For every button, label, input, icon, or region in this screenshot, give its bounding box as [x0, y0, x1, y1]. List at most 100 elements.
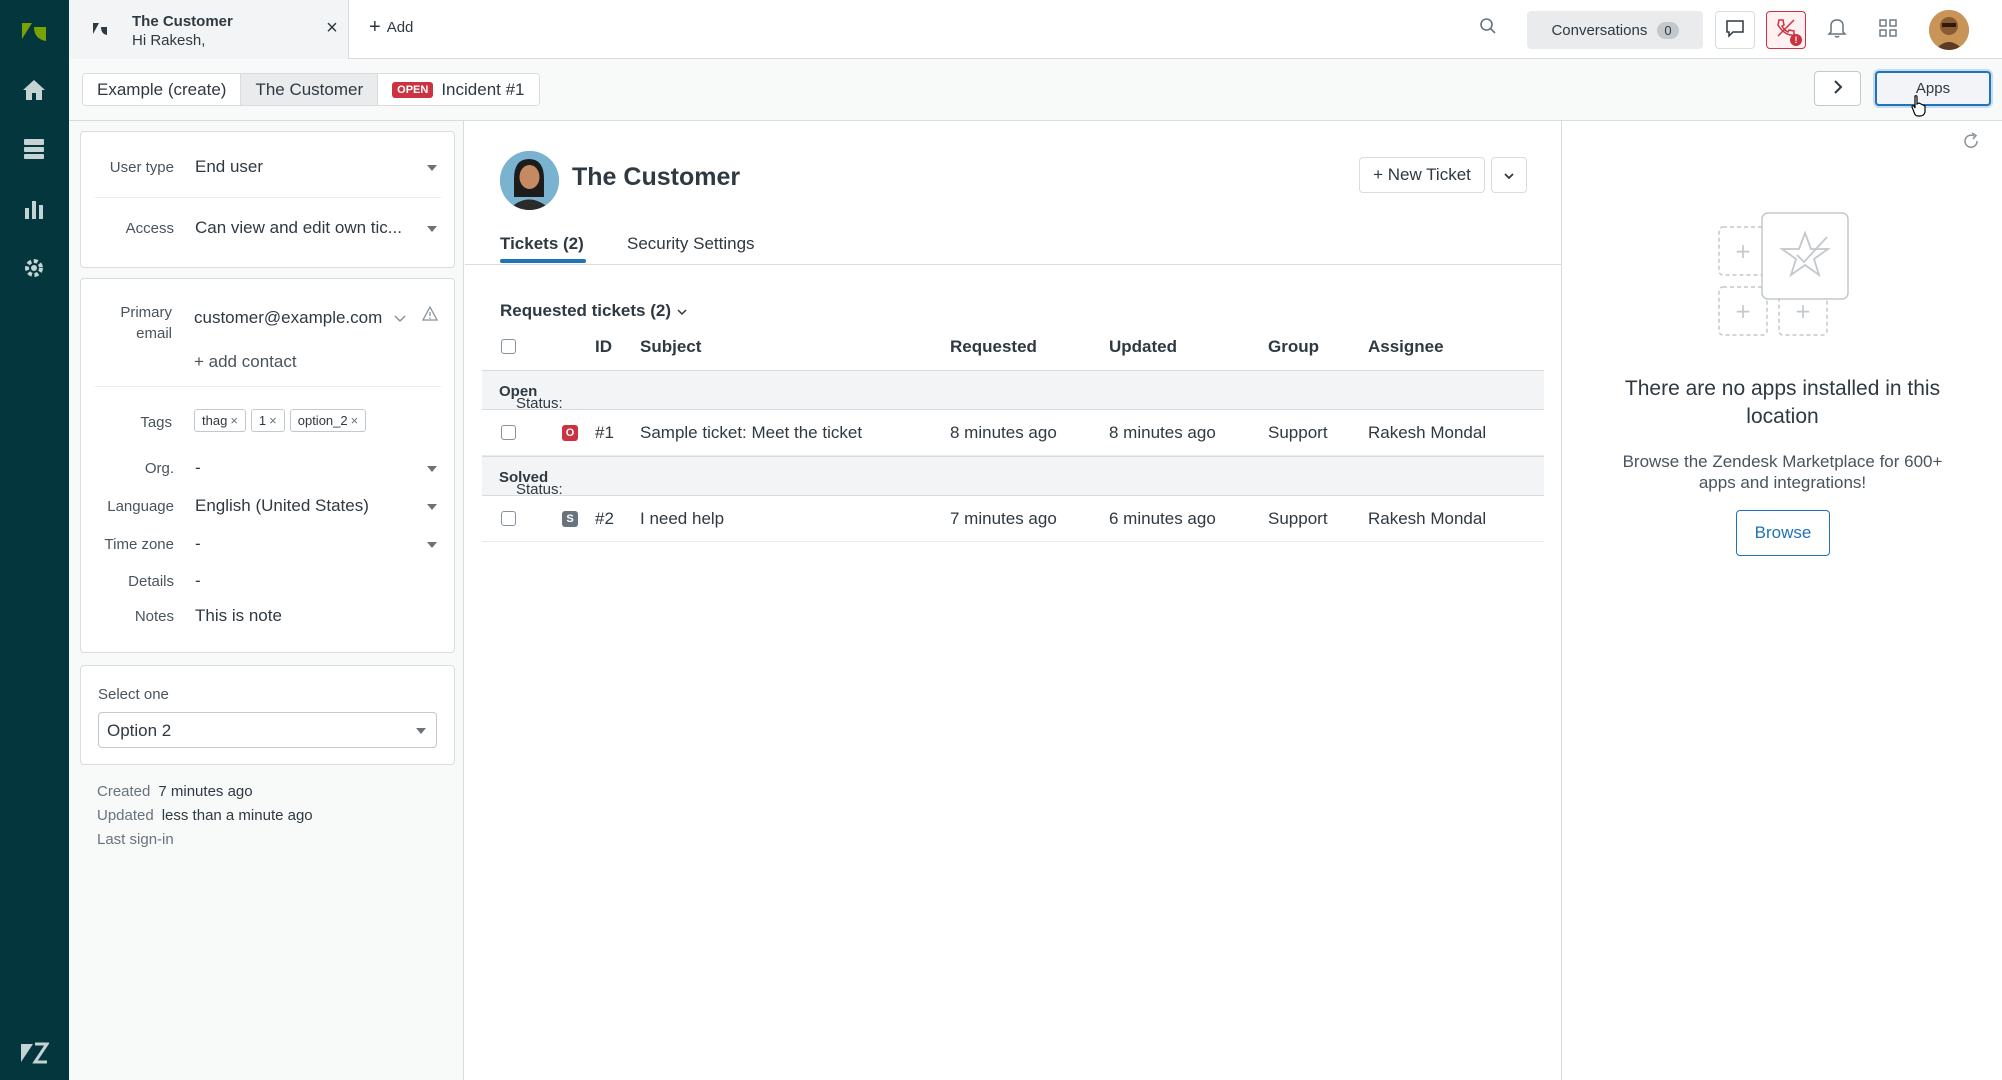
column-header-requested[interactable]: Requested	[950, 337, 1037, 357]
conversations-button[interactable]: Conversations 0	[1527, 11, 1703, 49]
tag-chip[interactable]: thag ×	[194, 409, 246, 432]
select-one-dropdown[interactable]: Option 2	[98, 712, 437, 748]
column-header-id[interactable]: ID	[595, 337, 612, 357]
zendesk-bottom-logo-icon[interactable]	[19, 1038, 49, 1068]
ticket-requested: 8 minutes ago	[950, 423, 1057, 442]
tags-field[interactable]: thag × 1 × option_2 ×	[194, 409, 367, 432]
user-type-field[interactable]: User type End user	[81, 157, 456, 183]
column-header-updated[interactable]: Updated	[1109, 337, 1177, 357]
chat-icon	[1725, 18, 1745, 43]
mouse-cursor-icon	[1910, 94, 1928, 123]
crumb-organization[interactable]: Example (create)	[83, 74, 242, 105]
admin-icon[interactable]	[19, 253, 49, 283]
add-contact-link[interactable]: + add contact	[194, 352, 297, 372]
tag-chip[interactable]: option_2 ×	[289, 409, 367, 432]
user-tab-icon	[92, 21, 108, 42]
updated-meta: Updated less than a minute ago	[97, 807, 313, 824]
ticket-assignee: Rakesh Mondal	[1368, 509, 1487, 528]
row-checkbox[interactable]	[501, 425, 516, 440]
status-badge: O	[562, 425, 578, 441]
new-ticket-menu-button[interactable]	[1491, 157, 1527, 193]
notes-field[interactable]: Notes This is note	[81, 606, 456, 632]
chevron-down-icon[interactable]	[394, 309, 406, 329]
field-label: User type	[109, 159, 174, 176]
select-all-checkbox[interactable]	[501, 339, 516, 354]
chat-button[interactable]	[1715, 11, 1755, 49]
created-meta: Created 7 minutes ago	[97, 783, 253, 800]
zendesk-logo-icon[interactable]	[19, 17, 49, 47]
no-apps-heading: There are no apps installed in this loca…	[1624, 377, 1941, 428]
search-icon[interactable]	[1479, 17, 1497, 40]
refresh-icon[interactable]	[1961, 131, 1981, 156]
customer-avatar	[500, 151, 559, 210]
last-signin-meta: Last sign-in	[97, 831, 174, 848]
reporting-icon[interactable]	[19, 194, 49, 224]
column-header-group[interactable]: Group	[1268, 337, 1319, 357]
org-value: -	[195, 458, 201, 477]
chevron-down-icon	[1503, 165, 1515, 185]
agent-avatar[interactable]	[1929, 10, 1969, 50]
new-ticket-button[interactable]: + New Ticket	[1359, 157, 1485, 193]
table-row[interactable]: O #1 Sample ticket: Meet the ticket 8 mi…	[482, 410, 1544, 456]
ticket-updated: 8 minutes ago	[1109, 423, 1216, 442]
user-fields-panel: User type End user Access Can view and e…	[69, 121, 464, 1080]
ticket-assignee: Rakesh Mondal	[1368, 423, 1487, 442]
home-icon[interactable]	[19, 75, 49, 105]
details-field[interactable]: Details -	[81, 571, 456, 597]
ticket-updated: 6 minutes ago	[1109, 509, 1216, 528]
chevron-down-icon	[676, 301, 688, 320]
divider	[95, 386, 441, 387]
column-header-subject[interactable]: Subject	[640, 337, 701, 357]
select-one-label: Select one	[98, 686, 169, 703]
active-tab-indicator	[500, 259, 586, 263]
plus-icon: +	[369, 16, 381, 38]
products-button[interactable]	[1868, 11, 1908, 49]
row-checkbox[interactable]	[501, 511, 516, 526]
warning-icon	[421, 305, 439, 327]
field-label: Access	[125, 220, 174, 237]
caret-down-icon	[427, 466, 437, 472]
table-row[interactable]: S #2 I need help 7 minutes ago 6 minutes…	[482, 496, 1544, 542]
caret-down-icon	[427, 504, 437, 510]
apps-button[interactable]: Apps	[1875, 71, 1991, 106]
timezone-value: -	[195, 534, 201, 553]
ticket-id: #2	[595, 509, 614, 528]
close-icon[interactable]: ×	[321, 17, 343, 39]
remove-tag-icon[interactable]: ×	[269, 413, 277, 428]
svg-text:+: +	[1735, 299, 1752, 323]
phone-button[interactable]: !	[1766, 11, 1806, 49]
top-bar: The Customer Hi Rakesh, × + Add Conversa…	[69, 0, 2002, 59]
ticket-subject[interactable]: I need help	[640, 509, 724, 529]
customer-tab[interactable]: The Customer Hi Rakesh, ×	[69, 0, 349, 59]
crumb-ticket[interactable]: OPEN Incident #1	[378, 74, 539, 105]
tag-chip[interactable]: 1 ×	[250, 409, 285, 432]
field-label: Org.	[144, 460, 174, 477]
language-field[interactable]: Language English (United States)	[81, 496, 456, 522]
ticket-subject[interactable]: Sample ticket: Meet the ticket	[640, 423, 862, 443]
field-label: Language	[107, 498, 174, 515]
notifications-button[interactable]	[1817, 11, 1857, 49]
remove-tag-icon[interactable]: ×	[351, 413, 359, 428]
column-header-assignee[interactable]: Assignee	[1368, 337, 1444, 357]
next-button[interactable]	[1814, 71, 1861, 106]
tab-tickets[interactable]: Tickets (2)	[500, 234, 584, 254]
user-type-card: User type End user Access Can view and e…	[80, 131, 455, 268]
tab-security-settings[interactable]: Security Settings	[627, 234, 755, 254]
views-icon[interactable]	[19, 134, 49, 164]
apps-illustration-icon: + + +	[1717, 211, 1857, 351]
remove-tag-icon[interactable]: ×	[230, 413, 238, 428]
org-field[interactable]: Org. -	[81, 458, 456, 484]
status-badge: OPEN	[392, 81, 434, 98]
browse-button[interactable]: Browse	[1736, 510, 1830, 556]
timezone-field[interactable]: Time zone -	[81, 534, 456, 560]
field-label: email	[136, 325, 172, 342]
primary-email-value[interactable]: customer@example.com	[194, 308, 382, 328]
requested-tickets-dropdown[interactable]: Requested tickets (2)	[500, 301, 688, 321]
add-tab-label: Add	[386, 18, 414, 36]
status-badge: S	[562, 511, 578, 527]
crumb-user[interactable]: The Customer	[241, 74, 379, 105]
grid-icon	[1879, 18, 1897, 42]
details-value: -	[195, 571, 201, 590]
add-tab-button[interactable]: + Add	[369, 16, 414, 38]
access-field[interactable]: Access Can view and edit own tic...	[81, 218, 456, 244]
